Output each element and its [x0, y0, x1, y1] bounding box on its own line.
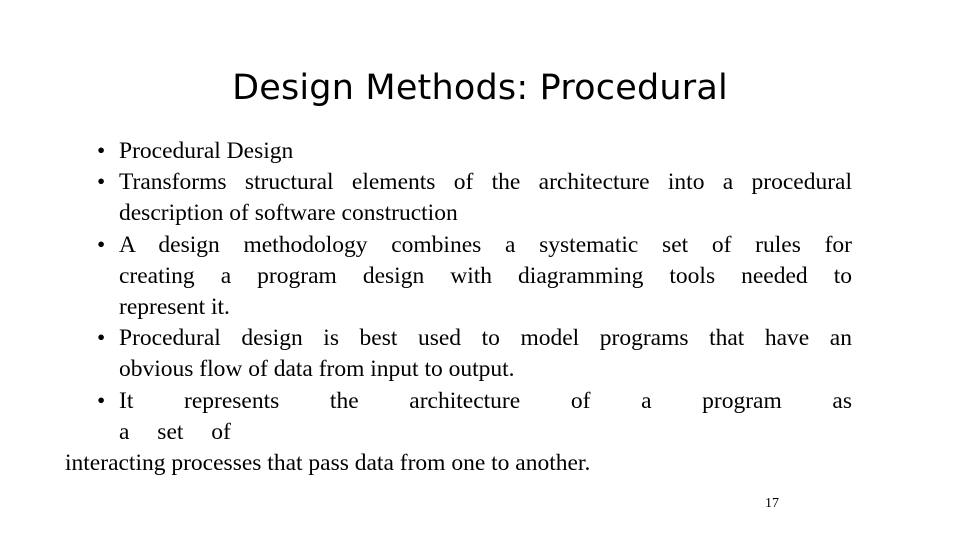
list-item-line: obvious flow of data from input to outpu…: [119, 356, 515, 383]
page-title: Design Methods: Procedural: [232, 68, 728, 108]
bullet-icon: •: [97, 231, 106, 258]
list-item-line: description of software construction: [119, 200, 458, 227]
list-item-line: creating a program design with diagrammi…: [119, 262, 852, 289]
list-item: • Procedural design is best used to mode…: [92, 323, 852, 385]
bullet-icon: •: [97, 387, 106, 414]
list-item-line: It represents the architecture of a prog…: [119, 387, 852, 414]
list-item-line: represent it.: [119, 294, 230, 321]
trailing-text-line: interacting processes that pass data fro…: [65, 450, 591, 477]
slide-body-content: • Procedural Design • Transforms structu…: [65, 136, 852, 479]
list-item: • Transforms structural elements of the …: [92, 167, 852, 229]
list-item: • Procedural Design: [92, 136, 852, 167]
slide-canvas: Design Methods: Procedural • Procedural …: [0, 0, 960, 540]
list-item: • It represents the architecture of a pr…: [92, 386, 852, 448]
list-item-line: a set of: [119, 418, 231, 445]
list-item-line: Procedural design is best used to model …: [119, 325, 852, 352]
list-item: • A design methodology combines a system…: [92, 230, 852, 324]
bullet-icon: •: [97, 169, 106, 196]
list-item-line: A design methodology combines a systemat…: [119, 231, 852, 258]
bullet-icon: •: [97, 138, 106, 164]
bullet-icon: •: [97, 325, 106, 352]
list-item-line: Transforms structural elements of the ar…: [119, 169, 852, 196]
page-number: 17: [765, 496, 779, 511]
list-item-line: Procedural Design: [119, 138, 294, 164]
